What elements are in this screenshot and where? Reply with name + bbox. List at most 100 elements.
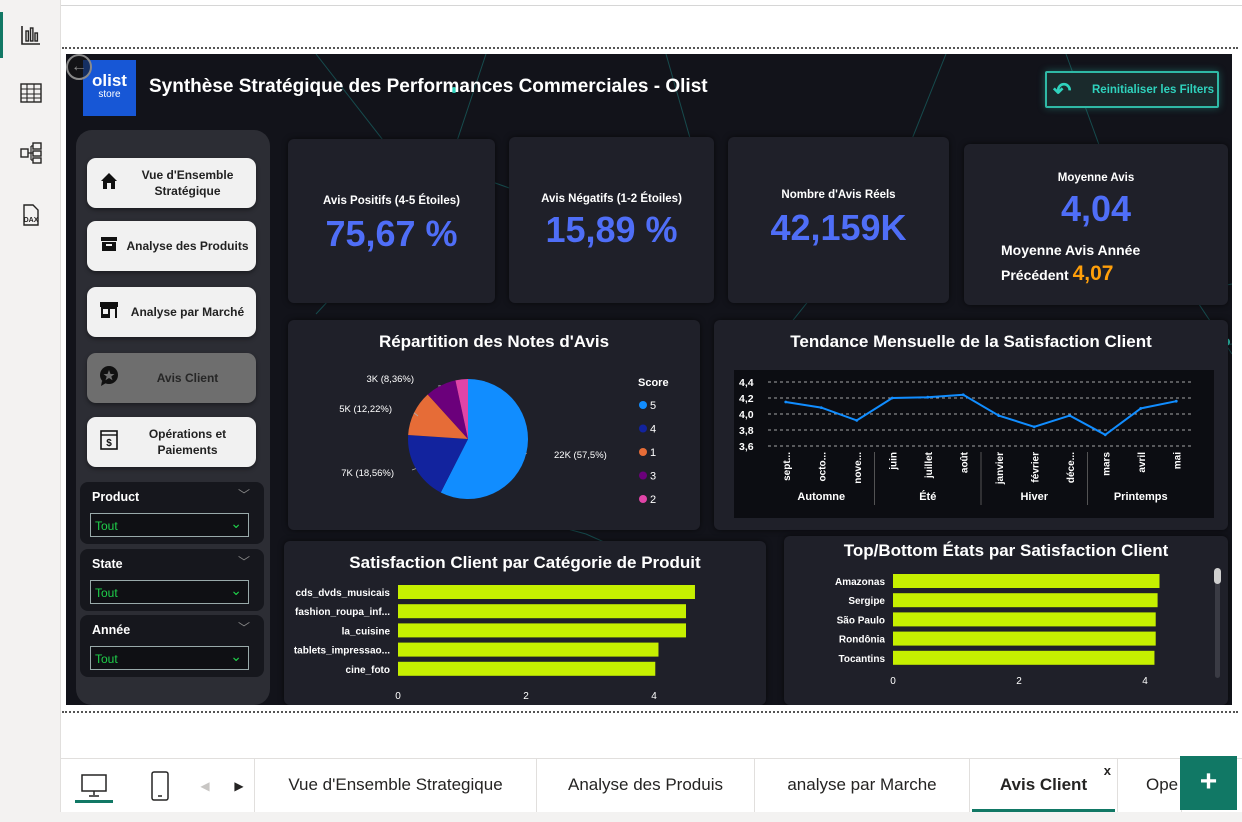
close-tab-icon[interactable]: x [1104, 745, 1111, 797]
archive-box-icon [93, 235, 125, 258]
report-view-button[interactable] [0, 6, 61, 64]
left-view-rail: DAX [0, 0, 61, 822]
y-tick-label: 4,4 [739, 377, 754, 389]
tab-customer-reviews[interactable]: Avis Client x [970, 759, 1118, 813]
pie-legend-marker [639, 401, 647, 409]
nav-button-overview[interactable]: Vue d'Ensemble Stratégique [87, 158, 256, 208]
trend-point [890, 396, 894, 400]
pie-legend-marker [639, 495, 647, 503]
kpi-card-review-count: Nombre d'Avis Réels 42,159K [728, 137, 949, 303]
chat-star-icon [93, 365, 125, 392]
category-bar-chart[interactable]: cds_dvds_musicais fashion_roupa_inf... la_… [284, 541, 766, 705]
page-boundary-bottom [62, 711, 1238, 713]
reset-filters-button[interactable]: ↶ Reinitialiser les Filters [1045, 71, 1219, 108]
previous-year-row: Précédent 4,07 [1001, 262, 1114, 285]
mobile-layout-button[interactable] [145, 759, 175, 813]
chevron-down-icon[interactable]: ﹀ [238, 486, 250, 503]
chevron-down-icon: ⌄ [230, 582, 242, 598]
kpi-card-average-review: Moyenne Avis 4,04 Moyenne Avis Année Pré… [964, 144, 1228, 305]
tab-products[interactable]: Analyse des Produis [537, 759, 755, 813]
top-strip [61, 0, 1242, 6]
trend-point [1139, 407, 1143, 410]
x-tick-label: 0 [395, 691, 401, 702]
bar-category-label: fashion_roupa_inf... [295, 607, 390, 618]
previous-year-value: 4,07 [1072, 262, 1114, 285]
bar-chart-icon [20, 26, 40, 45]
bar-4 [893, 650, 1155, 665]
chevron-down-icon: ⌄ [230, 648, 242, 664]
pie-legend-label: 2 [650, 494, 656, 506]
year-dropdown[interactable]: Tout ⌄ [90, 646, 249, 670]
table-icon [19, 83, 42, 103]
trend-point [1068, 414, 1072, 417]
x-tick-label: 0 [890, 676, 896, 687]
state-bar-chart-card: Top/Bottom États par Satisfaction Client… [784, 536, 1228, 705]
x-tick-label: 2 [1016, 676, 1022, 687]
x-tick-label: février [1030, 452, 1041, 483]
nav-button-operations[interactable]: $ Opérations et Paiements [87, 417, 256, 467]
svg-text:$: $ [106, 438, 112, 449]
x-tick-label: déce... [1066, 452, 1077, 483]
bar-2 [398, 623, 686, 638]
bar-category-label: Tocantins [839, 654, 886, 665]
page-boundary-top [62, 47, 1238, 49]
bar-category-label: la_cuisine [342, 626, 391, 637]
trend-point [819, 406, 823, 409]
bar-3 [893, 631, 1156, 646]
x-tick-label: mai [1172, 452, 1183, 469]
state-dropdown[interactable]: Tout ⌄ [90, 580, 249, 604]
model-icon [19, 142, 42, 164]
x-tick-label: juin [888, 452, 899, 471]
nav-button-customer-reviews[interactable]: Avis Client [87, 353, 256, 403]
pie-chart[interactable]: 22K (57,5%) 7K (18,56%) 5K (12,22%) 3K (8,3… [288, 320, 700, 530]
pie-legend-marker [639, 424, 647, 433]
bar-category-label: Rondônia [839, 635, 886, 646]
x-group-label: Été [919, 490, 936, 503]
pie-legend-label: 3 [650, 471, 656, 483]
table-view-button[interactable] [0, 64, 61, 122]
y-tick-label: 3,6 [739, 441, 754, 453]
x-tick-label: sept... [782, 452, 793, 481]
home-icon [93, 171, 125, 196]
pie-legend-title: Score [638, 377, 669, 389]
back-arrow-icon[interactable]: ← [66, 54, 92, 80]
pie-legend-label: 1 [650, 447, 656, 459]
product-dropdown[interactable]: Tout ⌄ [90, 513, 249, 537]
scrollbar-track [1215, 570, 1220, 678]
report-title: Synthèse Stratégique des Performances Co… [149, 76, 708, 97]
add-page-button[interactable]: + [1180, 756, 1237, 810]
dax-query-view-button[interactable]: DAX [0, 186, 61, 244]
previous-year-label: Moyenne Avis Année [1001, 242, 1141, 258]
pie-data-label: 5K (12,22%) [339, 404, 392, 415]
category-bar-chart-card: Satisfaction Client par Catégorie de Pro… [284, 541, 766, 705]
line-chart[interactable]: 4,4 4,2 4,0 3,8 3,6 sept... octo... nove... juin… [714, 320, 1228, 530]
x-group-label: Hiver [1020, 491, 1048, 503]
tabs-scroll-left-icon[interactable]: ◀ [195, 759, 215, 813]
nav-button-products[interactable]: Analyse des Produits [87, 221, 256, 271]
nav-button-market[interactable]: Analyse par Marché [87, 287, 256, 337]
desktop-layout-button[interactable] [73, 759, 115, 813]
bar-category-label: Amazonas [835, 577, 885, 588]
trend-point [961, 393, 965, 397]
trend-point [1032, 425, 1036, 429]
x-tick-label: avril [1137, 452, 1148, 473]
bar-4 [398, 661, 656, 676]
pie-legend-marker [639, 471, 647, 480]
trend-point [1103, 433, 1107, 437]
tabs-scroll-right-icon[interactable]: ▶ [229, 759, 249, 813]
bar-category-label: São Paulo [837, 615, 885, 626]
undo-arrow-icon: ↶ [1053, 78, 1072, 103]
y-tick-label: 3,8 [739, 425, 754, 437]
chevron-down-icon[interactable]: ﹀ [238, 553, 250, 570]
state-bar-chart[interactable]: Amazonas Sergipe São Paulo Rondônia Tocantin… [784, 536, 1228, 705]
tab-overview[interactable]: Vue d'Ensemble Strategique [254, 759, 537, 813]
kpi-card-positive-reviews: Avis Positifs (4-5 Étoiles) 75,67 % [288, 139, 495, 303]
bar-1 [398, 604, 686, 619]
kpi-card-negative-reviews: Avis Négatifs (1-2 Étoiles) 15,89 % [509, 137, 714, 303]
year-slicer: Année ﹀ Tout ⌄ [80, 615, 264, 677]
chevron-down-icon[interactable]: ﹀ [238, 619, 250, 636]
tab-market[interactable]: analyse par Marche [755, 759, 970, 813]
model-view-button[interactable] [0, 124, 61, 182]
tab-operations[interactable]: Ope [1118, 759, 1182, 813]
dax-icon: DAX [22, 204, 38, 226]
